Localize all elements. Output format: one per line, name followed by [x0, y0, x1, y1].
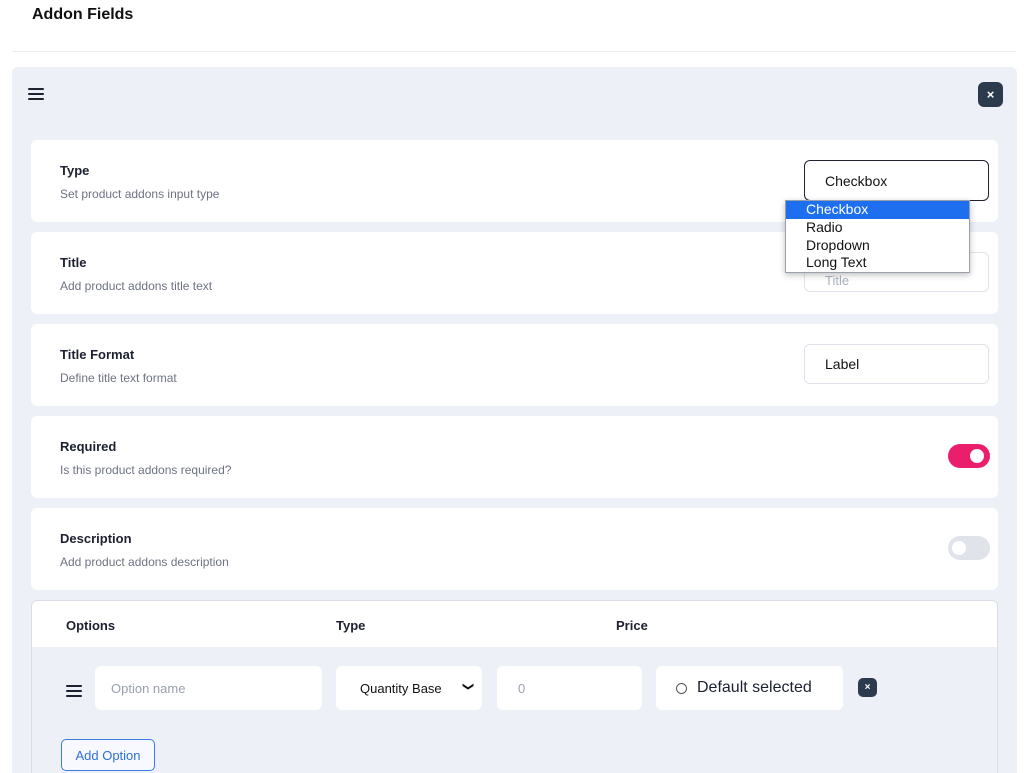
description-description: Add product addons description: [60, 555, 229, 569]
page-title: Addon Fields: [32, 6, 134, 23]
required-description: Is this product addons required?: [60, 463, 232, 477]
dropdown-option-radio[interactable]: Radio: [786, 219, 969, 237]
title-format-select[interactable]: Label: [804, 344, 989, 384]
remove-field-button[interactable]: ×: [978, 82, 1003, 107]
hamburger-icon[interactable]: [28, 88, 44, 100]
required-label: Required: [60, 439, 117, 454]
toggle-knob: [952, 541, 966, 555]
options-column-header: Options: [66, 618, 116, 633]
dropdown-option-dropdown[interactable]: Dropdown: [786, 237, 969, 255]
option-type-value: Quantity Base: [360, 681, 442, 696]
chevron-down-icon: ❮: [461, 681, 474, 692]
options-header: Options Type Price: [32, 601, 997, 647]
options-table: Options Type Price Option name Quantity …: [31, 600, 998, 773]
title-format-description: Define title text format: [60, 371, 177, 385]
description-label: Description: [60, 531, 132, 546]
add-option-button[interactable]: Add Option: [61, 739, 155, 771]
option-name-input[interactable]: Option name: [95, 666, 322, 710]
title-label: Title: [60, 255, 87, 270]
radio-icon: [676, 683, 687, 694]
toggle-knob: [970, 449, 984, 463]
required-row: Required Is this product addons required…: [31, 416, 998, 498]
drag-handle-icon[interactable]: [66, 685, 82, 697]
remove-option-button[interactable]: ×: [858, 678, 877, 697]
type-dropdown-list: Checkbox Radio Dropdown Long Text: [785, 200, 970, 273]
default-selected-radio[interactable]: Default selected: [656, 666, 843, 710]
option-type-select[interactable]: Quantity Base ❮: [336, 666, 482, 710]
type-column-header: Type: [336, 618, 366, 633]
price-column-header: Price: [616, 618, 648, 633]
title-description: Add product addons title text: [60, 279, 213, 293]
required-toggle[interactable]: [948, 444, 990, 468]
type-label: Type: [60, 163, 90, 178]
default-selected-label: Default selected: [697, 679, 812, 696]
dropdown-option-long-text[interactable]: Long Text: [786, 254, 969, 272]
title-format-label: Title Format: [60, 347, 135, 362]
option-price-input[interactable]: 0: [497, 666, 642, 710]
description-row: Description Add product addons descripti…: [31, 508, 998, 590]
type-description: Set product addons input type: [60, 187, 220, 201]
title-format-row: Title Format Define title text format La…: [31, 324, 998, 406]
addon-field-panel: × Type Set product addons input type Che…: [12, 67, 1017, 773]
type-select[interactable]: Checkbox: [804, 160, 989, 201]
header-divider: [12, 51, 1016, 52]
dropdown-option-checkbox[interactable]: Checkbox: [786, 201, 969, 219]
description-toggle[interactable]: [948, 536, 990, 560]
